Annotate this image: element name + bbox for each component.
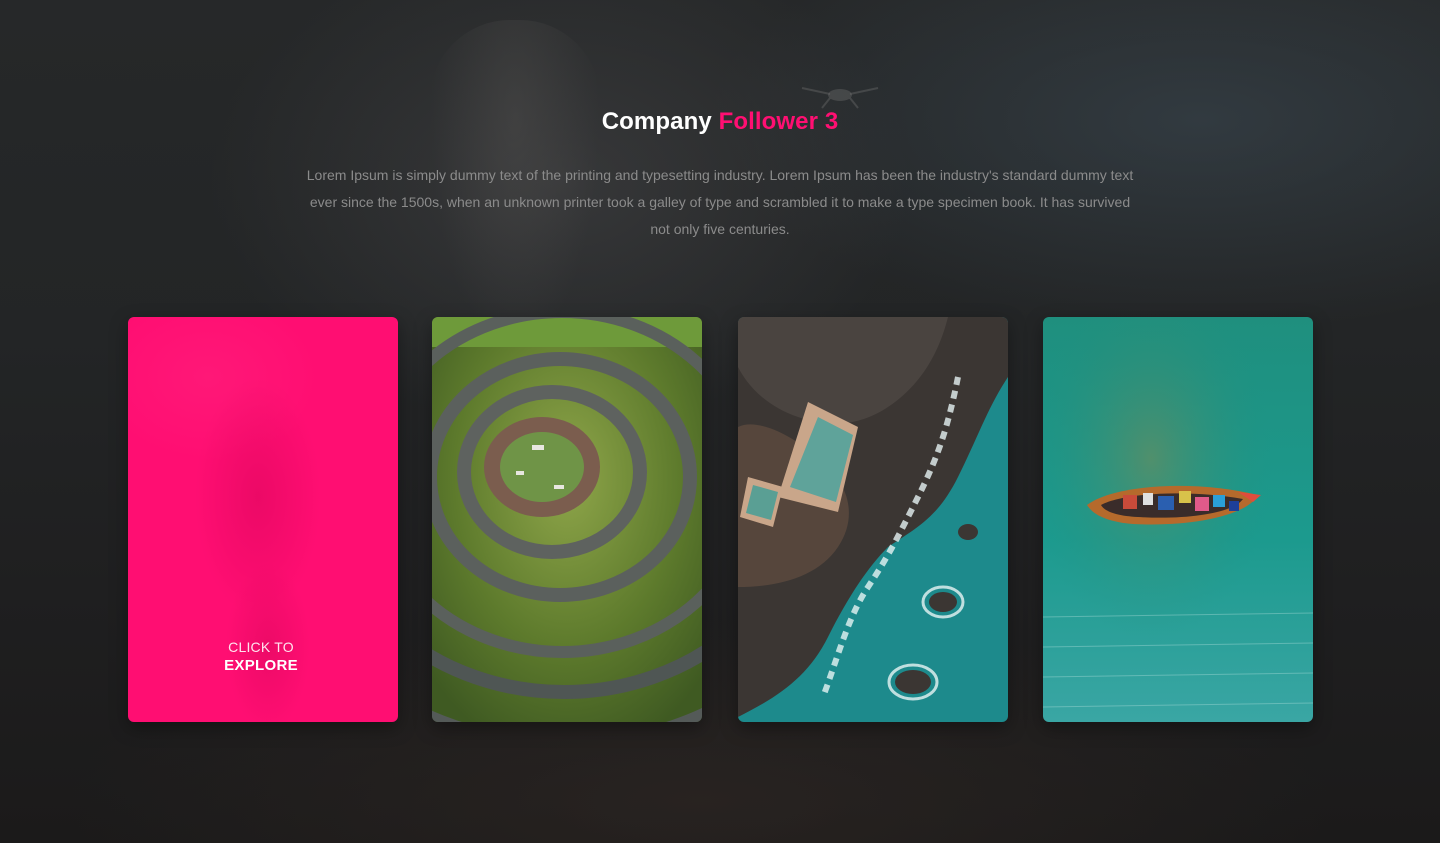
title-main: Company <box>601 108 712 135</box>
spiral-park-image <box>432 317 702 722</box>
gallery-card-spiral-park[interactable] <box>432 317 702 722</box>
gallery-card-rock-pool[interactable] <box>738 317 1008 722</box>
card-gallery: CLICK TO EXPLORE <box>0 317 1440 722</box>
rock-pool-image <box>738 317 1008 722</box>
gallery-card-boat[interactable] <box>1043 317 1313 722</box>
explore-card[interactable]: CLICK TO EXPLORE <box>128 317 398 722</box>
page-background: Company Follower 3 Lorem Ipsum is simply… <box>0 0 1440 843</box>
section-header: Company Follower 3 Lorem Ipsum is simply… <box>0 108 1440 243</box>
section-title: Company Follower 3 <box>0 108 1440 136</box>
explore-line-2: EXPLORE <box>224 657 298 674</box>
title-accent: Follower 3 <box>718 108 839 135</box>
section-description: Lorem Ipsum is simply dummy text of the … <box>306 167 1134 237</box>
background-drone-icon <box>801 87 879 109</box>
explore-line-1: CLICK TO <box>228 639 294 655</box>
explore-cta[interactable]: CLICK TO EXPLORE <box>128 639 394 674</box>
boat-image <box>1043 317 1313 722</box>
